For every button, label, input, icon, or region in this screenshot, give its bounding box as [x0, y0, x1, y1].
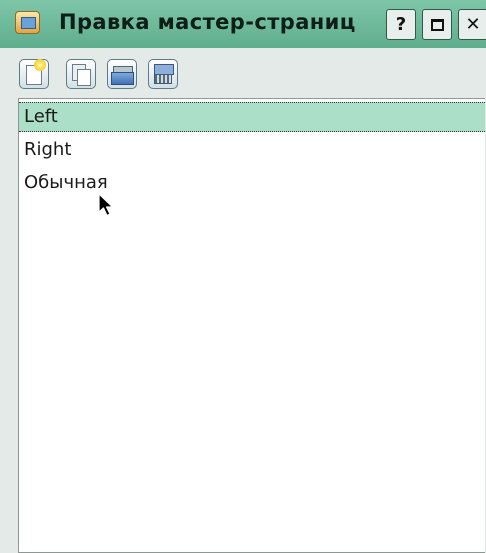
list-item[interactable]: Right: [19, 135, 485, 165]
list-item[interactable]: Left: [19, 102, 485, 132]
close-icon: ✕: [465, 14, 481, 35]
duplicate-page-button[interactable]: [66, 59, 96, 89]
list-item-label: Обычная: [24, 172, 108, 193]
title-bar[interactable]: Правка мастер-страниц ? ✕: [0, 0, 486, 48]
shredder-icon: [154, 74, 172, 84]
close-button[interactable]: ✕: [458, 9, 486, 40]
maximize-button[interactable]: [422, 9, 452, 40]
help-button[interactable]: ?: [386, 9, 416, 40]
import-page-button[interactable]: [107, 59, 137, 89]
new-page-button[interactable]: [19, 59, 49, 89]
list-item-label: Left: [24, 106, 58, 127]
list-item-label: Right: [24, 139, 72, 160]
mouse-cursor-icon: [98, 193, 114, 217]
master-pages-list[interactable]: Left Right Обычная: [18, 98, 485, 553]
master-pages-window: Правка мастер-страниц ? ✕ Left Right Обы…: [0, 0, 486, 553]
window-title: Правка мастер-страниц: [59, 10, 356, 34]
folder-icon: [111, 72, 134, 85]
toolbar: [0, 48, 486, 98]
duplicate-copy-icon: [77, 69, 91, 86]
delete-page-button[interactable]: [148, 59, 178, 89]
sparkle-icon: [34, 59, 46, 71]
list-item[interactable]: Обычная: [19, 168, 485, 198]
maximize-icon: [430, 18, 444, 31]
app-icon: [15, 11, 40, 34]
